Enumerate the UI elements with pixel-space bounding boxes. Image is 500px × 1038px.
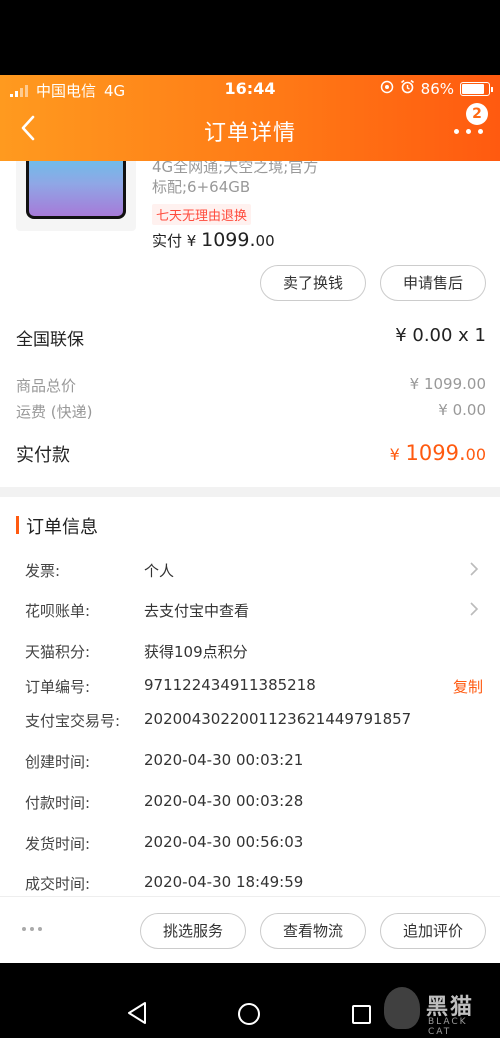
section-divider [0,487,500,497]
invoice-row[interactable]: 发票: 个人 [25,560,485,582]
chevron-right-icon [470,602,479,616]
paid-time-row: 付款时间: 2020-04-30 00:03:28 [25,792,304,812]
return-policy-tag: 七天无理由退换 [152,204,252,225]
page-title: 订单详情 [203,121,296,146]
warranty-row: 全国联保 ¥ 0.00 x 1 [16,325,486,350]
view-logistics-button[interactable]: 查看物流 [260,913,366,949]
app-header: 中国电信 4G 16:44 86% 订单详情 2 [0,75,500,161]
battery-icon [460,81,493,96]
status-right: 86% [380,79,493,98]
copy-button[interactable]: 复制 [453,676,483,697]
completed-time-row: 成交时间: 2020-04-30 18:49:59 [25,873,304,893]
alipay-number-row: 支付宝交易号: 2020043022001123621449791857 [25,710,412,730]
bottom-action-bar: 挑选服务 查看物流 追加评价 [0,896,500,963]
goods-total-row: 商品总价 ¥ 1099.00 [16,375,486,395]
battery-percent: 86% [420,79,454,98]
order-number-row: 订单编号: 971122434911385218 复制 [25,676,483,697]
phone-illustration [26,161,126,219]
black-cat-watermark: 黑猫 BLACK CAT [384,985,494,1037]
status-bar: 中国电信 4G 16:44 86% [0,75,500,101]
created-time-row: 创建时间: 2020-04-30 00:03:21 [25,751,304,771]
system-nav-bar: 黑猫 BLACK CAT [0,963,500,1038]
nav-home-icon[interactable] [238,1003,260,1025]
huabei-row[interactable]: 花呗账单: 去支付宝中查看 [25,600,485,622]
chevron-right-icon [470,562,479,576]
product-image[interactable] [16,161,136,231]
alarm-icon [400,79,415,98]
sell-button[interactable]: 卖了换钱 [260,265,366,301]
product-paid-price: 实付 ¥ 1099.00 [152,229,275,251]
nav-back-icon[interactable] [126,1001,148,1025]
select-service-button[interactable]: 挑选服务 [140,913,246,949]
shipping-row: 运费 (快递) ¥ 0.00 [16,401,486,421]
order-info-title: 订单信息 [16,513,98,539]
more-actions-button[interactable] [22,927,42,931]
order-content: 4G全网通;天空之境;官方 标配;6+64GB 七天无理由退换 实付 ¥ 109… [0,161,500,963]
product-description[interactable]: 4G全网通;天空之境;官方 标配;6+64GB [152,161,392,197]
add-review-button[interactable]: 追加评价 [380,913,486,949]
paid-total-row: 实付款 ¥ 1099.00 [16,441,486,466]
cat-logo-icon [384,987,420,1029]
after-sale-button[interactable]: 申请售后 [380,265,486,301]
nav-recent-icon[interactable] [352,1005,371,1024]
top-black-area [0,0,500,75]
location-icon [380,80,394,98]
shipped-time-row: 发货时间: 2020-04-30 00:56:03 [25,833,304,853]
points-row: 天猫积分: 获得109点积分 [25,643,248,661]
message-badge: 2 [466,103,488,125]
